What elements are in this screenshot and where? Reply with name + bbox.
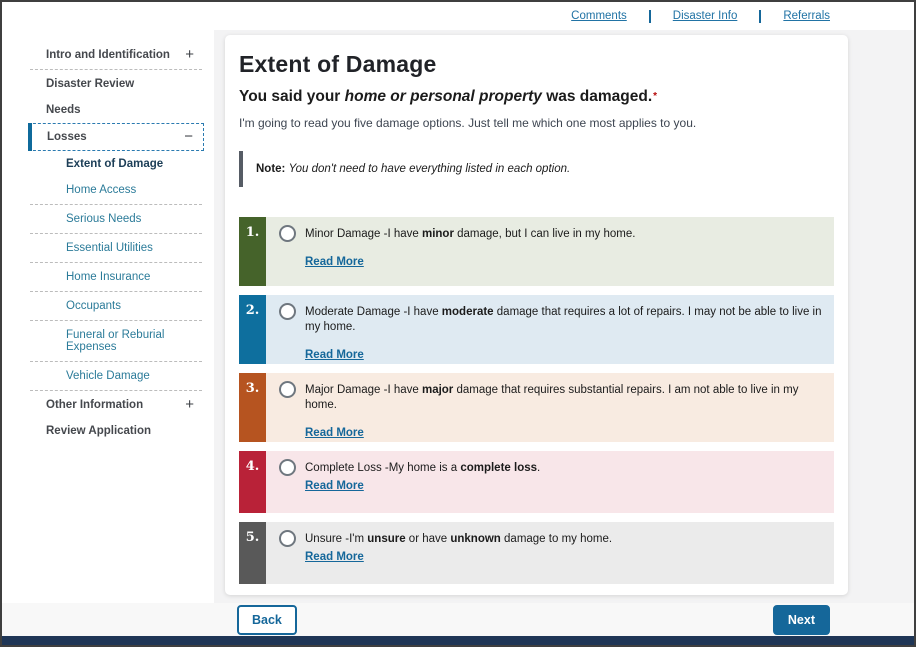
sidebar-subitem-home-insurance[interactable]: Home Insurance: [28, 264, 204, 290]
option-body: Complete Loss -My home is a complete los…: [266, 451, 834, 513]
expand-toggle-icon[interactable]: +: [185, 400, 194, 410]
sidebar-subitem-label: Serious Needs: [66, 213, 141, 225]
option-body: Major Damage -I have major damage that r…: [266, 373, 834, 442]
expand-toggle-icon[interactable]: +: [185, 50, 194, 60]
top-navigation: Comments Disaster Info Referrals: [571, 2, 830, 30]
damage-options-list: 1. Minor Damage -I have minor damage, bu…: [239, 217, 834, 584]
option-number: 2.: [239, 295, 266, 364]
sidebar-item-losses[interactable]: Losses −: [28, 123, 204, 151]
sidebar-subitem-extent-of-damage[interactable]: Extent of Damage: [28, 151, 204, 177]
sidebar-nav-list: Intro and Identification + Disaster Revi…: [28, 42, 204, 444]
sidebar-subitem-label: Home Insurance: [66, 271, 150, 283]
sidebar-item-other-information[interactable]: Other Information +: [28, 392, 204, 418]
read-more-link-2[interactable]: Read More: [305, 349, 364, 361]
note-text: You don't need to have everything listed…: [289, 163, 571, 175]
sidebar-divider: [30, 320, 202, 321]
question-emphasis: home or personal property: [345, 88, 542, 105]
option-number: 3.: [239, 373, 266, 442]
page-title: Extent of Damage: [239, 51, 834, 78]
option-body: Moderate Damage -I have moderate damage …: [266, 295, 834, 364]
sidebar-subitem-essential-utilities[interactable]: Essential Utilities: [28, 235, 204, 261]
question-text: You said your home or personal property …: [239, 88, 834, 106]
expand-toggle-icon[interactable]: −: [184, 132, 193, 142]
top-bar: Comments Disaster Info Referrals: [2, 2, 914, 30]
back-button[interactable]: Back: [237, 605, 297, 635]
sidebar-item-intro-and-identification[interactable]: Intro and Identification +: [28, 42, 204, 68]
sidebar-item-label: Losses: [47, 131, 87, 143]
damage-option-2: 2. Moderate Damage -I have moderate dama…: [239, 295, 834, 364]
sidebar-divider: [30, 361, 202, 362]
option-body: Unsure -I'm unsure or have unknown damag…: [266, 522, 834, 584]
sidebar-subitem-label: Funeral or Reburial Expenses: [66, 329, 164, 353]
sidebar-subitem-vehicle-damage[interactable]: Vehicle Damage: [28, 363, 204, 389]
sidebar-item-label: Intro and Identification: [46, 49, 170, 61]
helper-text: I'm going to read you five damage option…: [239, 116, 834, 130]
sidebar-item-label: Needs: [46, 104, 81, 116]
radio-button-option-3[interactable]: [279, 381, 296, 398]
read-more-link-4[interactable]: Read More: [305, 480, 364, 492]
nav-link-comments[interactable]: Comments: [571, 10, 627, 22]
question-prefix: You said your: [239, 88, 345, 105]
sidebar-subitem-home-access[interactable]: Home Access: [28, 177, 204, 203]
sidebar-item-label: Review Application: [46, 425, 151, 437]
sidebar-divider: [30, 69, 202, 70]
sidebar-subitem-label: Essential Utilities: [66, 242, 153, 254]
nav-link-disaster-info[interactable]: Disaster Info: [673, 10, 738, 22]
option-label: Minor Damage -I have minor damage, but I…: [305, 227, 635, 242]
read-more-link-1[interactable]: Read More: [305, 256, 364, 268]
sidebar-divider: [30, 204, 202, 205]
sidebar-item-disaster-review[interactable]: Disaster Review: [28, 71, 204, 97]
sidebar-subitem-label: Extent of Damage: [66, 158, 163, 170]
next-button[interactable]: Next: [773, 605, 830, 635]
required-asterisk: *: [653, 91, 657, 102]
option-label: Moderate Damage -I have moderate damage …: [305, 305, 822, 335]
sidebar-item-label: Disaster Review: [46, 78, 134, 90]
option-label: Unsure -I'm unsure or have unknown damag…: [305, 532, 612, 547]
damage-option-3: 3. Major Damage -I have major damage tha…: [239, 373, 834, 442]
sidebar-divider: [30, 291, 202, 292]
app-window: Comments Disaster Info Referrals Intro a…: [0, 0, 916, 647]
sidebar-divider: [30, 390, 202, 391]
sidebar-subitem-label: Vehicle Damage: [66, 370, 150, 382]
nav-separator: [759, 10, 761, 23]
read-more-link-3[interactable]: Read More: [305, 427, 364, 439]
damage-option-1: 1. Minor Damage -I have minor damage, bu…: [239, 217, 834, 286]
sidebar-subitem-occupants[interactable]: Occupants: [28, 293, 204, 319]
sidebar-subitem-serious-needs[interactable]: Serious Needs: [28, 206, 204, 232]
option-number: 4.: [239, 451, 266, 513]
radio-button-option-1[interactable]: [279, 225, 296, 242]
question-suffix: was damaged.: [542, 88, 652, 105]
option-body: Minor Damage -I have minor damage, but I…: [266, 217, 834, 286]
note-callout: Note: You don't need to have everything …: [239, 151, 834, 187]
option-number: 5.: [239, 522, 266, 584]
sidebar-item-needs[interactable]: Needs: [28, 97, 204, 123]
sidebar-item-label: Other Information: [46, 399, 143, 411]
radio-button-option-4[interactable]: [279, 459, 296, 476]
sidebar-divider: [30, 233, 202, 234]
sidebar-subitem-label: Occupants: [66, 300, 121, 312]
sidebar-subitem-label: Home Access: [66, 184, 136, 196]
sidebar-subitem-funeral-or-reburial-expenses[interactable]: Funeral or Reburial Expenses: [28, 322, 204, 360]
radio-button-option-5[interactable]: [279, 530, 296, 547]
form-card: Extent of Damage You said your home or p…: [225, 35, 848, 595]
sidebar-divider: [30, 262, 202, 263]
option-label: Complete Loss -My home is a complete los…: [305, 461, 540, 476]
damage-option-4: 4. Complete Loss -My home is a complete …: [239, 451, 834, 513]
sidebar-item-review-application[interactable]: Review Application: [28, 418, 204, 444]
radio-button-option-2[interactable]: [279, 303, 296, 320]
nav-separator: [649, 10, 651, 23]
form-navigation: Back Next: [237, 603, 830, 636]
nav-link-referrals[interactable]: Referrals: [783, 10, 830, 22]
footer-bar: [2, 636, 914, 645]
option-label: Major Damage -I have major damage that r…: [305, 383, 822, 413]
option-number: 1.: [239, 217, 266, 286]
damage-option-5: 5. Unsure -I'm unsure or have unknown da…: [239, 522, 834, 584]
note-label: Note:: [256, 163, 285, 175]
sidebar: Intro and Identification + Disaster Revi…: [2, 30, 214, 605]
read-more-link-5[interactable]: Read More: [305, 551, 364, 563]
